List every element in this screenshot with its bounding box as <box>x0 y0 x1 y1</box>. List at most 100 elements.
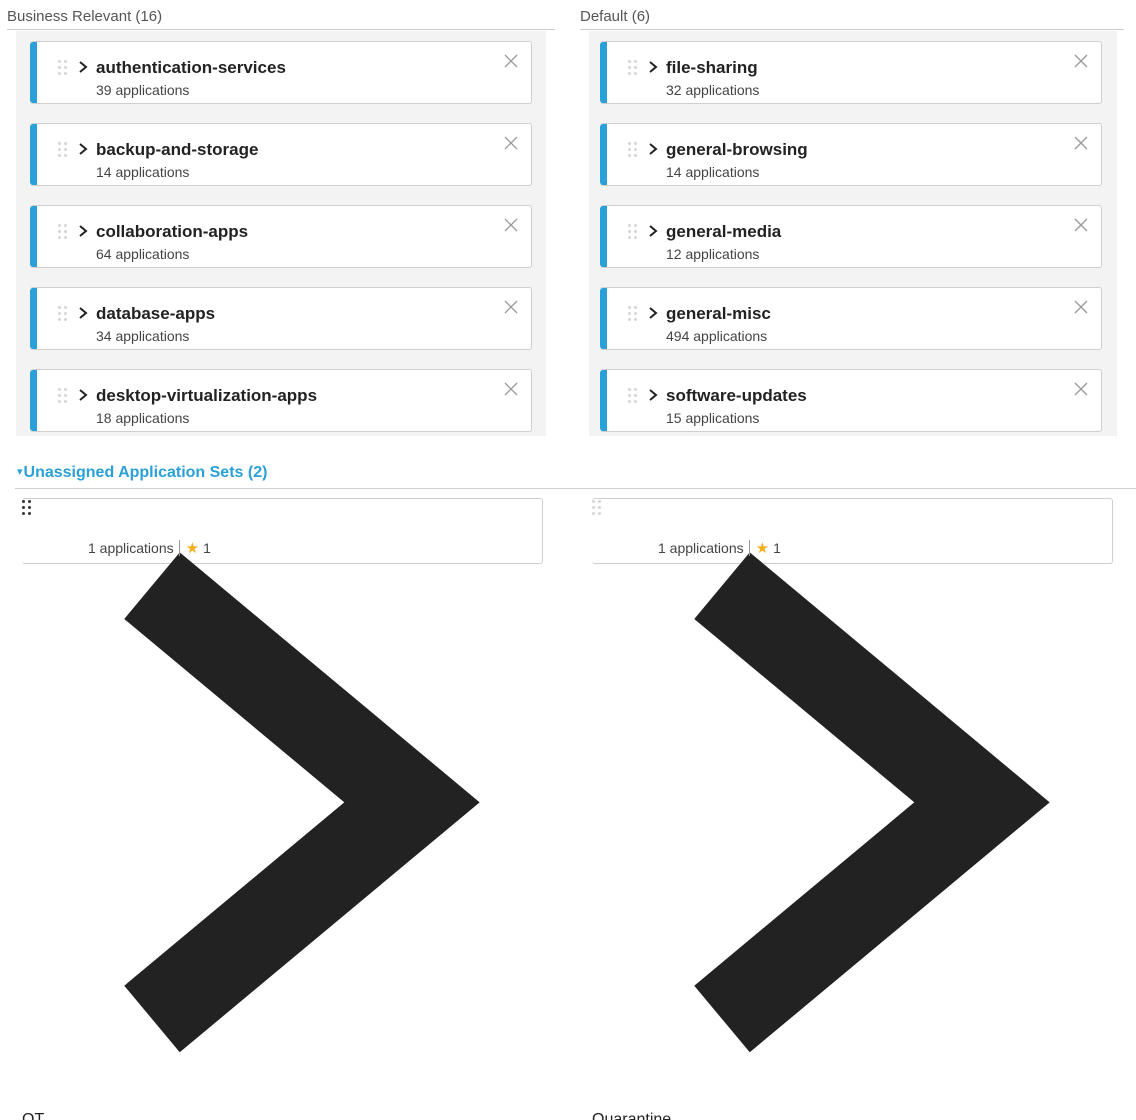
application-set-card[interactable]: general-media 12 applications <box>600 205 1102 268</box>
section-divider <box>15 488 1136 489</box>
drag-handle-icon[interactable] <box>58 305 68 323</box>
application-set-name[interactable]: software-updates <box>666 386 807 406</box>
application-set-name[interactable]: general-media <box>666 222 781 242</box>
drag-handle-dot <box>64 142 67 145</box>
drag-handle-dot <box>628 318 631 321</box>
close-icon[interactable] <box>503 135 519 151</box>
drag-handle-icon[interactable] <box>628 59 638 77</box>
drag-handle-dot <box>22 512 25 515</box>
category-stripe <box>30 288 37 349</box>
drag-handle-dot <box>634 394 637 397</box>
drag-handle-icon[interactable] <box>628 305 638 323</box>
application-count: 494 applications <box>666 328 768 344</box>
drag-handle-icon[interactable] <box>628 141 638 159</box>
category-stripe <box>600 124 607 185</box>
chevron-right-icon[interactable] <box>647 224 659 238</box>
close-icon[interactable] <box>1073 135 1089 151</box>
chevron-right-icon[interactable] <box>77 224 89 238</box>
chevron-right-icon[interactable] <box>77 60 89 74</box>
drag-handle-icon[interactable] <box>58 387 68 405</box>
application-set-name[interactable]: database-apps <box>96 304 215 324</box>
drag-handle-dot <box>628 60 631 63</box>
drag-handle-dot <box>64 388 67 391</box>
chevron-right-icon[interactable] <box>77 142 89 156</box>
application-set-card[interactable]: collaboration-apps 64 applications <box>30 205 532 268</box>
category-stripe <box>600 288 607 349</box>
application-set-card[interactable]: software-updates 15 applications <box>600 369 1102 432</box>
drag-handle-dot <box>598 500 601 503</box>
application-set-card[interactable]: backup-and-storage 14 applications <box>30 123 532 186</box>
chevron-right-icon[interactable] <box>77 306 89 320</box>
application-count: 64 applications <box>96 246 190 262</box>
unassigned-set-card[interactable]: OT 1 applications ★ 1 <box>22 498 543 1120</box>
category-stripe <box>30 370 37 431</box>
chevron-right-icon[interactable] <box>647 142 659 156</box>
close-icon[interactable] <box>1073 299 1089 315</box>
application-set-name[interactable]: OT <box>22 1111 542 1120</box>
drag-handle-dot <box>634 224 637 227</box>
application-set-name[interactable]: backup-and-storage <box>96 140 258 160</box>
caret-down-icon[interactable]: ▾ <box>17 466 23 478</box>
drag-handle-dot <box>22 500 25 503</box>
drag-handle-dot <box>628 312 631 315</box>
category-stripe <box>30 124 37 185</box>
application-set-card[interactable]: general-misc 494 applications <box>600 287 1102 350</box>
application-set-name[interactable]: file-sharing <box>666 58 758 78</box>
drag-handle-dot <box>58 72 61 75</box>
drag-handle-dot <box>64 394 67 397</box>
application-set-card[interactable]: file-sharing 32 applications <box>600 41 1102 104</box>
application-set-name[interactable]: Quarantine <box>592 1111 1112 1120</box>
chevron-right-icon[interactable] <box>77 388 89 402</box>
application-set-name[interactable]: general-browsing <box>666 140 808 160</box>
drag-handle-dot <box>58 142 61 145</box>
drag-handle-icon[interactable] <box>58 59 68 77</box>
close-icon[interactable] <box>503 381 519 397</box>
application-set-card[interactable]: database-apps 34 applications <box>30 287 532 350</box>
close-icon[interactable] <box>503 53 519 69</box>
drag-handle-dot <box>58 60 61 63</box>
application-set-card[interactable]: authentication-services 39 applications <box>30 41 532 104</box>
unassigned-set-card[interactable]: Quarantine 1 applications ★ 1 <box>592 498 1113 1120</box>
application-set-card[interactable]: desktop-virtualization-apps 18 applicati… <box>30 369 532 432</box>
section-divider <box>580 29 1124 30</box>
drag-handle-dot <box>64 66 67 69</box>
drag-handle-icon[interactable] <box>58 223 68 241</box>
application-set-card[interactable]: general-browsing 14 applications <box>600 123 1102 186</box>
chevron-right-icon[interactable] <box>22 499 542 1106</box>
unassigned-sets-toggle[interactable]: ▾Unassigned Application Sets (2) <box>17 464 267 482</box>
application-set-name[interactable]: collaboration-apps <box>96 222 248 242</box>
application-set-name[interactable]: general-misc <box>666 304 771 324</box>
chevron-right-icon[interactable] <box>647 388 659 402</box>
default-header: Default (6) <box>580 8 651 25</box>
drag-handle-dot <box>628 142 631 145</box>
drag-handle-icon[interactable] <box>628 223 638 241</box>
drag-handle-dot <box>628 388 631 391</box>
star-icon: ★ <box>755 540 770 557</box>
application-set-name[interactable]: authentication-services <box>96 58 286 78</box>
application-meta: 1 applications ★ 1 <box>88 539 211 557</box>
section-divider <box>7 29 555 30</box>
chevron-right-icon[interactable] <box>647 60 659 74</box>
close-icon[interactable] <box>1073 381 1089 397</box>
close-icon[interactable] <box>503 299 519 315</box>
drag-handle-dot <box>64 148 67 151</box>
close-icon[interactable] <box>503 217 519 233</box>
drag-handle-dot <box>64 60 67 63</box>
drag-handle-dot <box>64 224 67 227</box>
close-icon[interactable] <box>1073 53 1089 69</box>
drag-handle-dot <box>58 312 61 315</box>
favorite-count: 1 <box>203 540 211 556</box>
chevron-right-icon[interactable] <box>592 499 1112 1106</box>
drag-handle-icon[interactable] <box>58 141 68 159</box>
application-count: 18 applications <box>96 410 190 426</box>
category-stripe <box>30 42 37 103</box>
chevron-right-icon[interactable] <box>647 306 659 320</box>
application-count: 14 applications <box>96 164 190 180</box>
unassigned-sets-header[interactable]: Unassigned Application Sets (2) <box>24 464 268 481</box>
application-set-name[interactable]: desktop-virtualization-apps <box>96 386 317 406</box>
drag-handle-dot <box>598 512 601 515</box>
close-icon[interactable] <box>1073 217 1089 233</box>
drag-handle-dot <box>634 66 637 69</box>
category-stripe <box>600 206 607 267</box>
drag-handle-icon[interactable] <box>628 387 638 405</box>
